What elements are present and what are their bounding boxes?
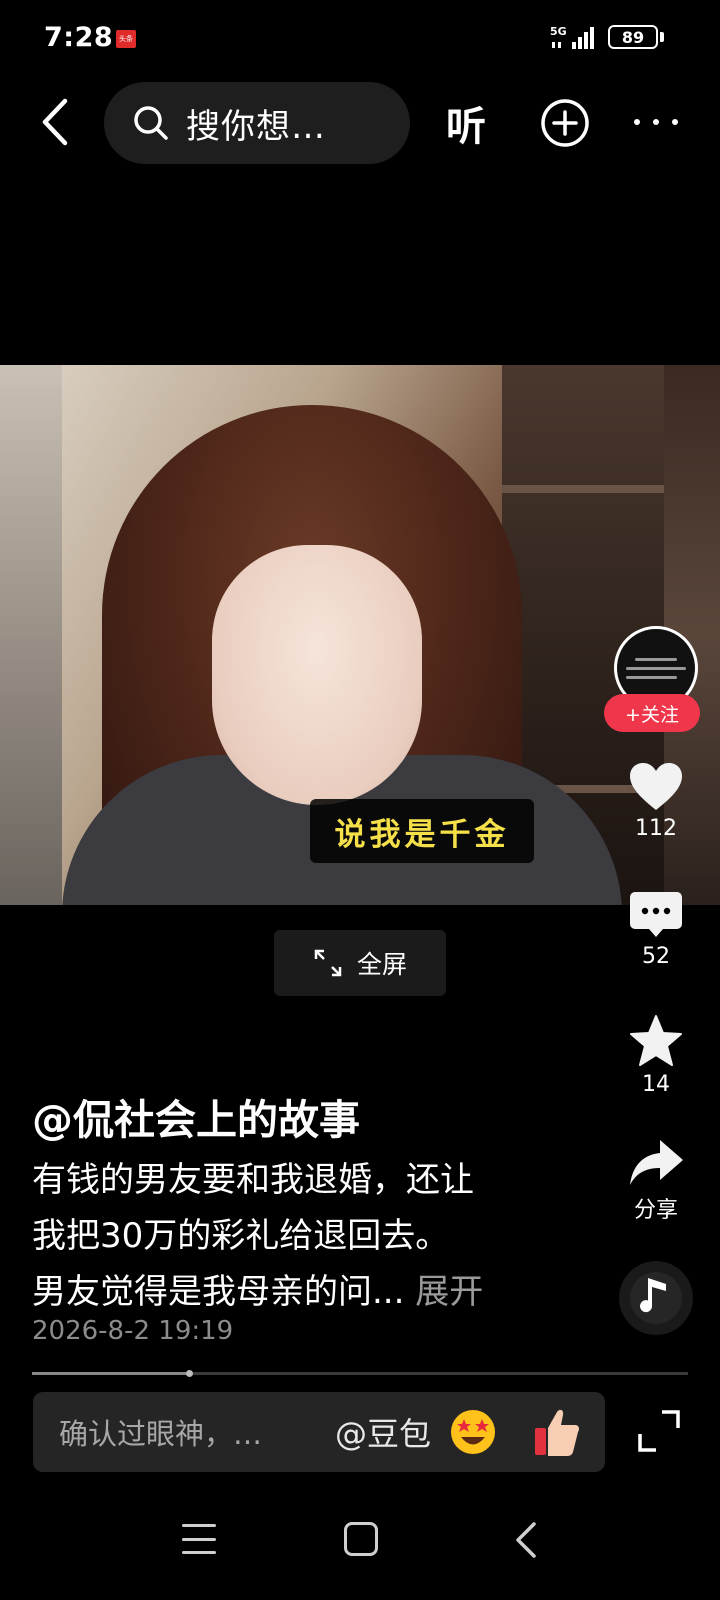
top-bar: 搜你想… 听 xyxy=(0,80,720,166)
comment-count: 52 xyxy=(642,944,670,969)
music-note-icon xyxy=(619,1261,693,1335)
more-dots-icon[interactable] xyxy=(634,102,678,142)
share-button[interactable]: 分享 xyxy=(604,1138,708,1224)
expand-icon[interactable] xyxy=(636,1408,682,1454)
home-button[interactable] xyxy=(344,1522,378,1556)
share-arrow-icon xyxy=(630,1140,683,1185)
favorite-count: 14 xyxy=(642,1072,670,1097)
comment-input-bar[interactable]: 确认过眼神，… @豆包 xyxy=(33,1392,605,1472)
fullscreen-icon xyxy=(314,949,342,977)
signal-icon: 5G xyxy=(550,25,594,49)
system-nav-bar xyxy=(0,1500,720,1600)
system-back-icon[interactable] xyxy=(510,1520,540,1560)
battery-indicator: 89 xyxy=(608,25,664,49)
like-count: 112 xyxy=(635,816,677,841)
follow-button[interactable]: +关注 xyxy=(604,694,700,732)
expand-link[interactable]: 展开 xyxy=(415,1272,483,1312)
more-dot xyxy=(672,119,678,125)
status-indicators: 5G 89 xyxy=(550,24,664,50)
back-button[interactable] xyxy=(28,92,80,152)
shelf-line xyxy=(502,485,664,493)
video-frame: 说我是千金 xyxy=(62,365,664,905)
network-type-label: 5G xyxy=(550,25,567,38)
comment-input[interactable]: 确认过眼神，… xyxy=(59,1411,313,1453)
search-placeholder: 搜你想… xyxy=(186,106,326,147)
post-text-line: 男友觉得是我母亲的问... xyxy=(32,1272,405,1312)
star-icon xyxy=(630,1015,682,1066)
video-caption: 说我是千金 xyxy=(310,799,534,863)
person-face xyxy=(212,545,422,805)
comment-button[interactable]: 52 xyxy=(604,890,708,969)
menu-line xyxy=(182,1551,216,1554)
listen-button[interactable]: 听 xyxy=(446,94,486,152)
share-label: 分享 xyxy=(633,1198,678,1223)
more-dot xyxy=(653,119,659,125)
progress-fill xyxy=(32,1372,190,1375)
plus-circle-icon[interactable] xyxy=(540,98,590,148)
menu-line xyxy=(182,1524,216,1527)
post-text-line: 我把30万的彩礼给退回去。 xyxy=(32,1216,450,1256)
recent-apps-button[interactable] xyxy=(182,1524,216,1554)
status-time: 7:28 xyxy=(44,22,114,53)
mention-doubao[interactable]: @豆包 xyxy=(335,1409,431,1455)
star-eyes-emoji-icon[interactable] xyxy=(449,1408,497,1456)
music-disc-button[interactable] xyxy=(604,1260,708,1340)
fullscreen-button[interactable]: 全屏 xyxy=(274,930,446,996)
fullscreen-label: 全屏 xyxy=(356,950,407,979)
favorite-button[interactable]: 14 xyxy=(604,1014,708,1097)
thumbs-up-emoji-icon[interactable] xyxy=(533,1406,581,1458)
menu-line xyxy=(182,1537,216,1541)
more-dot xyxy=(634,119,640,125)
video-progress-bar[interactable] xyxy=(32,1370,688,1377)
battery-tip xyxy=(660,32,664,42)
notification-app-badge: 头条 xyxy=(116,30,136,48)
battery-level: 89 xyxy=(608,25,658,49)
progress-handle[interactable] xyxy=(186,1370,194,1377)
comment-bubble-icon xyxy=(630,892,682,937)
heart-icon xyxy=(630,763,682,810)
avatar-image xyxy=(626,652,686,685)
like-button[interactable]: 112 xyxy=(604,762,708,841)
back-chevron-icon xyxy=(42,98,68,146)
search-input[interactable]: 搜你想… xyxy=(104,82,410,164)
post-description[interactable]: 有钱的男友要和我退婚，还让 我把30万的彩礼给退回去。 男友觉得是我母亲的问..… xyxy=(32,1152,592,1320)
post-text-line: 有钱的男友要和我退婚，还让 xyxy=(32,1160,474,1200)
search-icon xyxy=(134,106,168,140)
status-bar: 7:28 头条 5G 89 xyxy=(0,0,720,78)
post-date: 2026-8-2 19:19 xyxy=(32,1316,234,1346)
author-name[interactable]: @侃社会上的故事 xyxy=(32,1086,360,1146)
video-prev-preview xyxy=(0,365,62,905)
